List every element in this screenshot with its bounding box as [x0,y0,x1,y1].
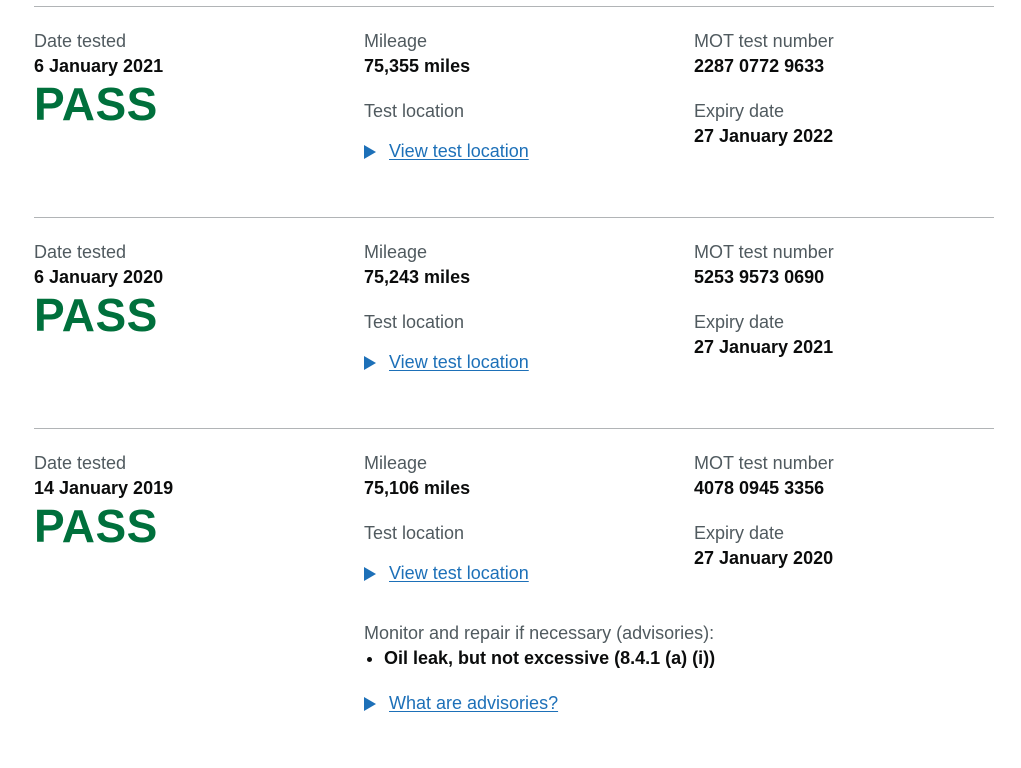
test-number-column: MOT test number 5253 9573 0690 Expiry da… [694,240,994,360]
test-location-label: Test location [364,312,465,332]
mot-test-number-label: MOT test number [694,453,834,473]
mot-test-number-value: 2287 0772 9633 [694,56,825,76]
expand-triangle-icon [364,566,376,581]
mot-test-number-label: MOT test number [694,242,834,262]
mileage-column: Mileage 75,355 miles Test location View … [364,29,694,164]
view-test-location-link[interactable]: View test location [389,350,529,375]
mileage-value: 75,243 miles [364,267,471,287]
advisories-heading: Monitor and repair if necessary (advisor… [364,623,715,643]
date-tested-value: 6 January 2021 [34,56,164,76]
expiry-date-label: Expiry date [694,523,785,543]
expiry-date-value: 27 January 2020 [694,548,834,568]
result-column: Date tested 14 January 2019 PASS [34,451,354,551]
view-test-location-toggle[interactable]: View test location [364,139,694,164]
test-result: PASS [34,500,158,552]
mileage-label: Mileage [364,31,428,51]
expand-triangle-icon [364,696,376,711]
expand-triangle-icon [364,355,376,370]
view-test-location-link[interactable]: View test location [389,139,529,164]
expand-triangle-icon [364,144,376,159]
date-tested-label: Date tested [34,31,127,51]
mot-test-number-value: 5253 9573 0690 [694,267,825,287]
test-number-column: MOT test number 4078 0945 3356 Expiry da… [694,451,994,571]
view-test-location-toggle[interactable]: View test location [364,350,694,375]
mileage-column: Mileage 75,243 miles Test location View … [364,240,694,375]
test-result: PASS [34,78,158,130]
expiry-date-label: Expiry date [694,312,785,332]
advisories-list: Oil leak, but not excessive (8.4.1 (a) (… [364,646,784,671]
expiry-date-label: Expiry date [694,101,785,121]
view-test-location-link[interactable]: View test location [389,561,529,586]
mot-record: Date tested 14 January 2019 PASS Mileage… [34,428,994,759]
test-location-label: Test location [364,101,465,121]
date-tested-value: 6 January 2020 [34,267,164,287]
mileage-value: 75,355 miles [364,56,471,76]
what-are-advisories-toggle[interactable]: What are advisories? [364,691,784,716]
date-tested-label: Date tested [34,453,127,473]
advisories-section: Monitor and repair if necessary (advisor… [364,621,784,716]
expiry-date-value: 27 January 2021 [694,337,834,357]
result-column: Date tested 6 January 2020 PASS [34,240,354,340]
what-are-advisories-link[interactable]: What are advisories? [389,691,558,716]
mot-record: Date tested 6 January 2020 PASS Mileage … [34,217,994,428]
mot-test-number-value: 4078 0945 3356 [694,478,825,498]
expiry-date-value: 27 January 2022 [694,126,834,146]
advisory-item: Oil leak, but not excessive (8.4.1 (a) (… [384,646,784,671]
mileage-label: Mileage [364,242,428,262]
mot-test-number-label: MOT test number [694,31,834,51]
date-tested-label: Date tested [34,242,127,262]
mot-record: Date tested 6 January 2021 PASS Mileage … [34,6,994,217]
date-tested-value: 14 January 2019 [34,478,174,498]
test-number-column: MOT test number 2287 0772 9633 Expiry da… [694,29,994,149]
test-result: PASS [34,289,158,341]
result-column: Date tested 6 January 2021 PASS [34,29,354,129]
